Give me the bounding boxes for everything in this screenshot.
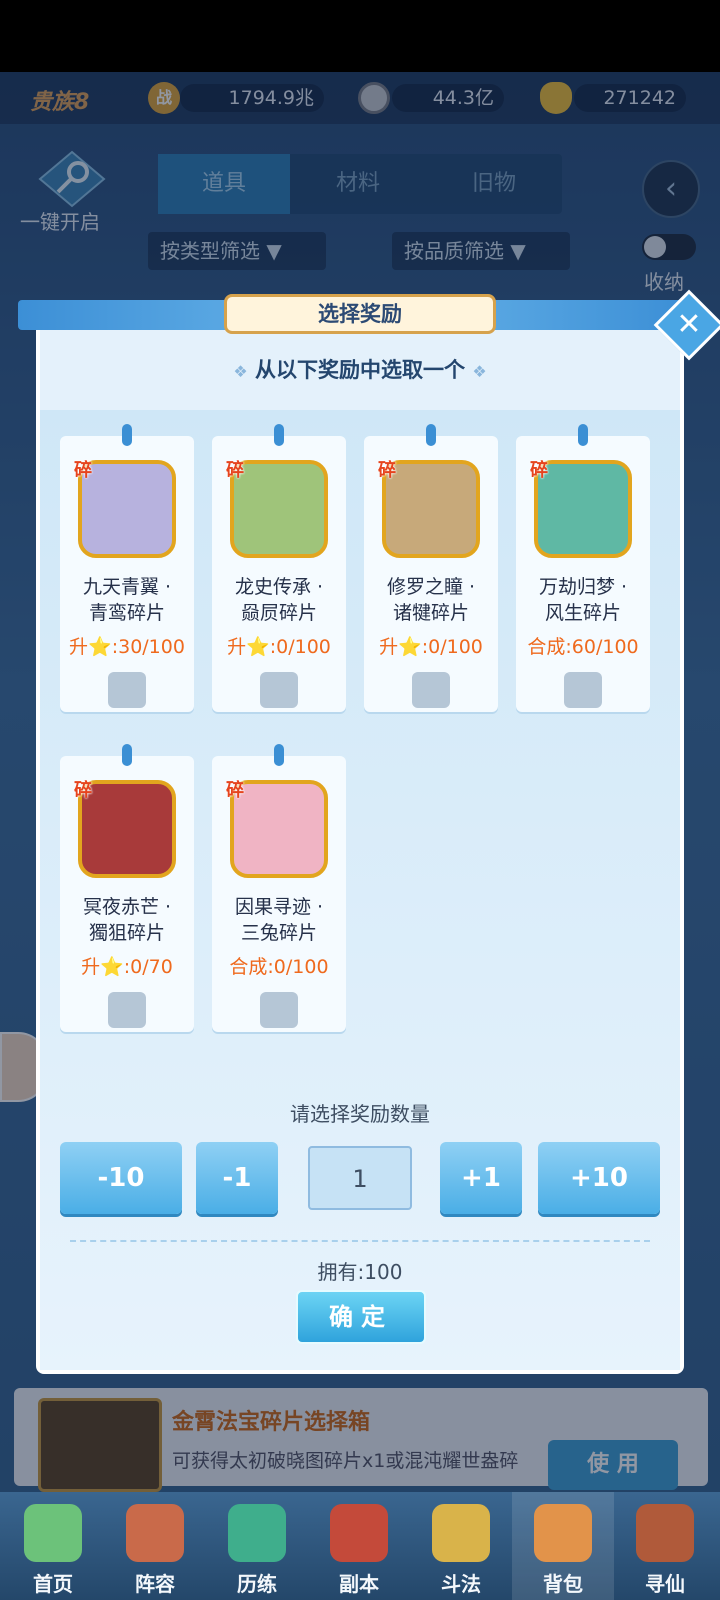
nav-seek-label: 寻仙	[645, 1572, 685, 1596]
fragment-badge: 碎	[530, 460, 548, 481]
hero-portrait	[534, 460, 632, 558]
pin-icon	[274, 744, 284, 766]
reward-name: 修罗之瞳 · 诸犍碎片	[386, 576, 476, 624]
nav-dungeon-label: 副本	[339, 1572, 379, 1596]
pin-icon	[122, 744, 132, 766]
reward-progress: 升⭐:0/100	[379, 636, 483, 658]
quantity-label: 请选择奖励数量	[290, 1102, 430, 1126]
nav-lineup[interactable]: 阵容	[104, 1492, 206, 1600]
plus-1-button[interactable]: +1	[440, 1142, 522, 1214]
training-icon	[228, 1504, 286, 1562]
nav-lineup-label: 阵容	[135, 1572, 175, 1596]
reward-name: 因果寻迹 · 三兔碎片	[234, 896, 324, 944]
nav-duel-label: 斗法	[441, 1572, 481, 1596]
nav-backpack-label: 背包	[543, 1572, 583, 1596]
hero-portrait	[230, 460, 328, 558]
reward-name: 万劫归梦 · 风生碎片	[538, 576, 628, 624]
nav-training-label: 历练	[237, 1572, 277, 1596]
lineup-icon	[126, 1504, 184, 1562]
fragment-badge: 碎	[74, 780, 92, 801]
minus-1-button[interactable]: -1	[196, 1142, 278, 1214]
pin-icon	[122, 424, 132, 446]
dialog-subtitle-text: 从以下奖励中选取一个	[255, 358, 465, 382]
fragment-badge: 碎	[74, 460, 92, 481]
reward-checkbox[interactable]	[108, 992, 146, 1028]
reward-checkbox[interactable]	[108, 672, 146, 708]
reward-name: 龙史传承 · 赑屃碎片	[234, 576, 324, 624]
reward-progress: 升⭐:0/70	[81, 956, 173, 978]
backpack-icon	[534, 1504, 592, 1562]
dialog-title: 选择奖励	[318, 302, 402, 326]
dialog-subtitle: ❖ 从以下奖励中选取一个 ❖	[36, 354, 684, 384]
reward-card[interactable]: 碎 修罗之瞳 · 诸犍碎片 升⭐:0/100	[364, 436, 498, 712]
reward-card[interactable]: 碎 冥夜赤芒 · 獨狙碎片 升⭐:0/70	[60, 756, 194, 1032]
minus-10-button[interactable]: -10	[60, 1142, 182, 1214]
diamond-icon: ❖	[233, 362, 248, 381]
confirm-button[interactable]: 确定	[296, 1290, 426, 1344]
dungeon-icon	[330, 1504, 388, 1562]
reward-card[interactable]: 碎 九天青翼 · 青鸾碎片 升⭐:30/100	[60, 436, 194, 712]
diamond-icon: ❖	[472, 362, 487, 381]
hero-portrait	[382, 460, 480, 558]
reward-checkbox[interactable]	[564, 672, 602, 708]
duel-icon	[432, 1504, 490, 1562]
nav-duel[interactable]: 斗法	[410, 1492, 512, 1600]
nav-backpack[interactable]: 背包	[512, 1492, 614, 1600]
hero-portrait	[230, 780, 328, 878]
owned-count: 拥有:100	[317, 1260, 403, 1284]
close-icon: ✕	[676, 307, 702, 342]
pin-icon	[274, 424, 284, 446]
divider	[70, 1240, 650, 1242]
reward-progress: 升⭐:0/100	[227, 636, 331, 658]
reward-progress: 合成:60/100	[527, 636, 639, 658]
reward-progress: 升⭐:30/100	[69, 636, 185, 658]
plus-10-button[interactable]: +10	[538, 1142, 660, 1214]
nav-home-label: 首页	[33, 1572, 73, 1596]
nav-seek[interactable]: 寻仙	[614, 1492, 716, 1600]
reward-checkbox[interactable]	[412, 672, 450, 708]
reward-name: 九天青翼 · 青鸾碎片	[82, 576, 172, 624]
pin-icon	[426, 424, 436, 446]
reward-card[interactable]: 碎 万劫归梦 · 风生碎片 合成:60/100	[516, 436, 650, 712]
nav-home[interactable]: 首页	[2, 1492, 104, 1600]
fragment-badge: 碎	[378, 460, 396, 481]
reward-card[interactable]: 碎 因果寻迹 · 三兔碎片 合成:0/100	[212, 756, 346, 1032]
reward-checkbox[interactable]	[260, 992, 298, 1028]
reward-checkbox[interactable]	[260, 672, 298, 708]
home-icon	[24, 1504, 82, 1562]
hero-portrait	[78, 460, 176, 558]
pin-icon	[578, 424, 588, 446]
reward-card[interactable]: 碎 龙史传承 · 赑屃碎片 升⭐:0/100	[212, 436, 346, 712]
reward-name: 冥夜赤芒 · 獨狙碎片	[82, 896, 172, 944]
reward-progress: 合成:0/100	[229, 956, 329, 978]
fragment-badge: 碎	[226, 460, 244, 481]
fragment-badge: 碎	[226, 780, 244, 801]
nav-training[interactable]: 历练	[206, 1492, 308, 1600]
nav-dungeon[interactable]: 副本	[308, 1492, 410, 1600]
seek-icon	[636, 1504, 694, 1562]
quantity-input[interactable]: 1	[308, 1146, 412, 1210]
hero-portrait	[78, 780, 176, 878]
